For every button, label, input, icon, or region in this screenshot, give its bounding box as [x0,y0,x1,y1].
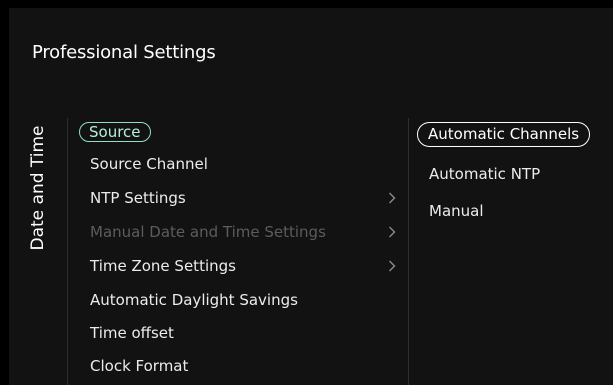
option-manual[interactable]: Manual [429,198,484,224]
page-title: Professional Settings [32,42,216,63]
menu-item-label: Time offset [90,324,174,342]
menu-item-manual-date-time: Manual Date and Time Settings [90,219,326,245]
category-tab[interactable]: Date and Time [26,113,50,263]
menu-item-clock-format[interactable]: Clock Format [90,353,188,379]
category-label: Date and Time [28,125,48,251]
chevron-right-icon [386,219,398,245]
menu-item-time-offset[interactable]: Time offset [90,320,174,346]
option-automatic-ntp[interactable]: Automatic NTP [429,161,540,187]
menu-item-automatic-daylight-savings[interactable]: Automatic Daylight Savings [90,287,298,313]
menu-item-source[interactable]: Source [79,119,151,145]
menu-item-label: NTP Settings [90,189,186,207]
focus-outline: Automatic Channels [417,121,591,147]
right-divider [408,118,409,385]
chevron-right-icon [386,253,398,279]
option-label: Automatic NTP [429,165,541,183]
menu-item-label: Source [89,122,141,141]
menu-item-time-zone-settings[interactable]: Time Zone Settings [90,253,236,279]
selected-outline: Source [79,122,151,142]
menu-item-source-channel[interactable]: Source Channel [90,151,208,177]
option-label: Automatic Channels [428,125,580,143]
menu-item-label: Clock Format [90,357,189,375]
option-automatic-channels[interactable]: Automatic Channels [417,121,591,147]
menu-item-label: Manual Date and Time Settings [90,223,326,241]
menu-item-label: Automatic Daylight Savings [90,291,298,309]
option-label: Manual [429,202,484,220]
tv-settings-screen: Professional Settings Date and Time Sour… [0,0,613,385]
left-divider [67,118,68,385]
menu-item-ntp-settings[interactable]: NTP Settings [90,185,186,211]
menu-item-label: Source Channel [90,155,208,173]
menu-item-label: Time Zone Settings [90,257,236,275]
chevron-right-icon [386,185,398,211]
